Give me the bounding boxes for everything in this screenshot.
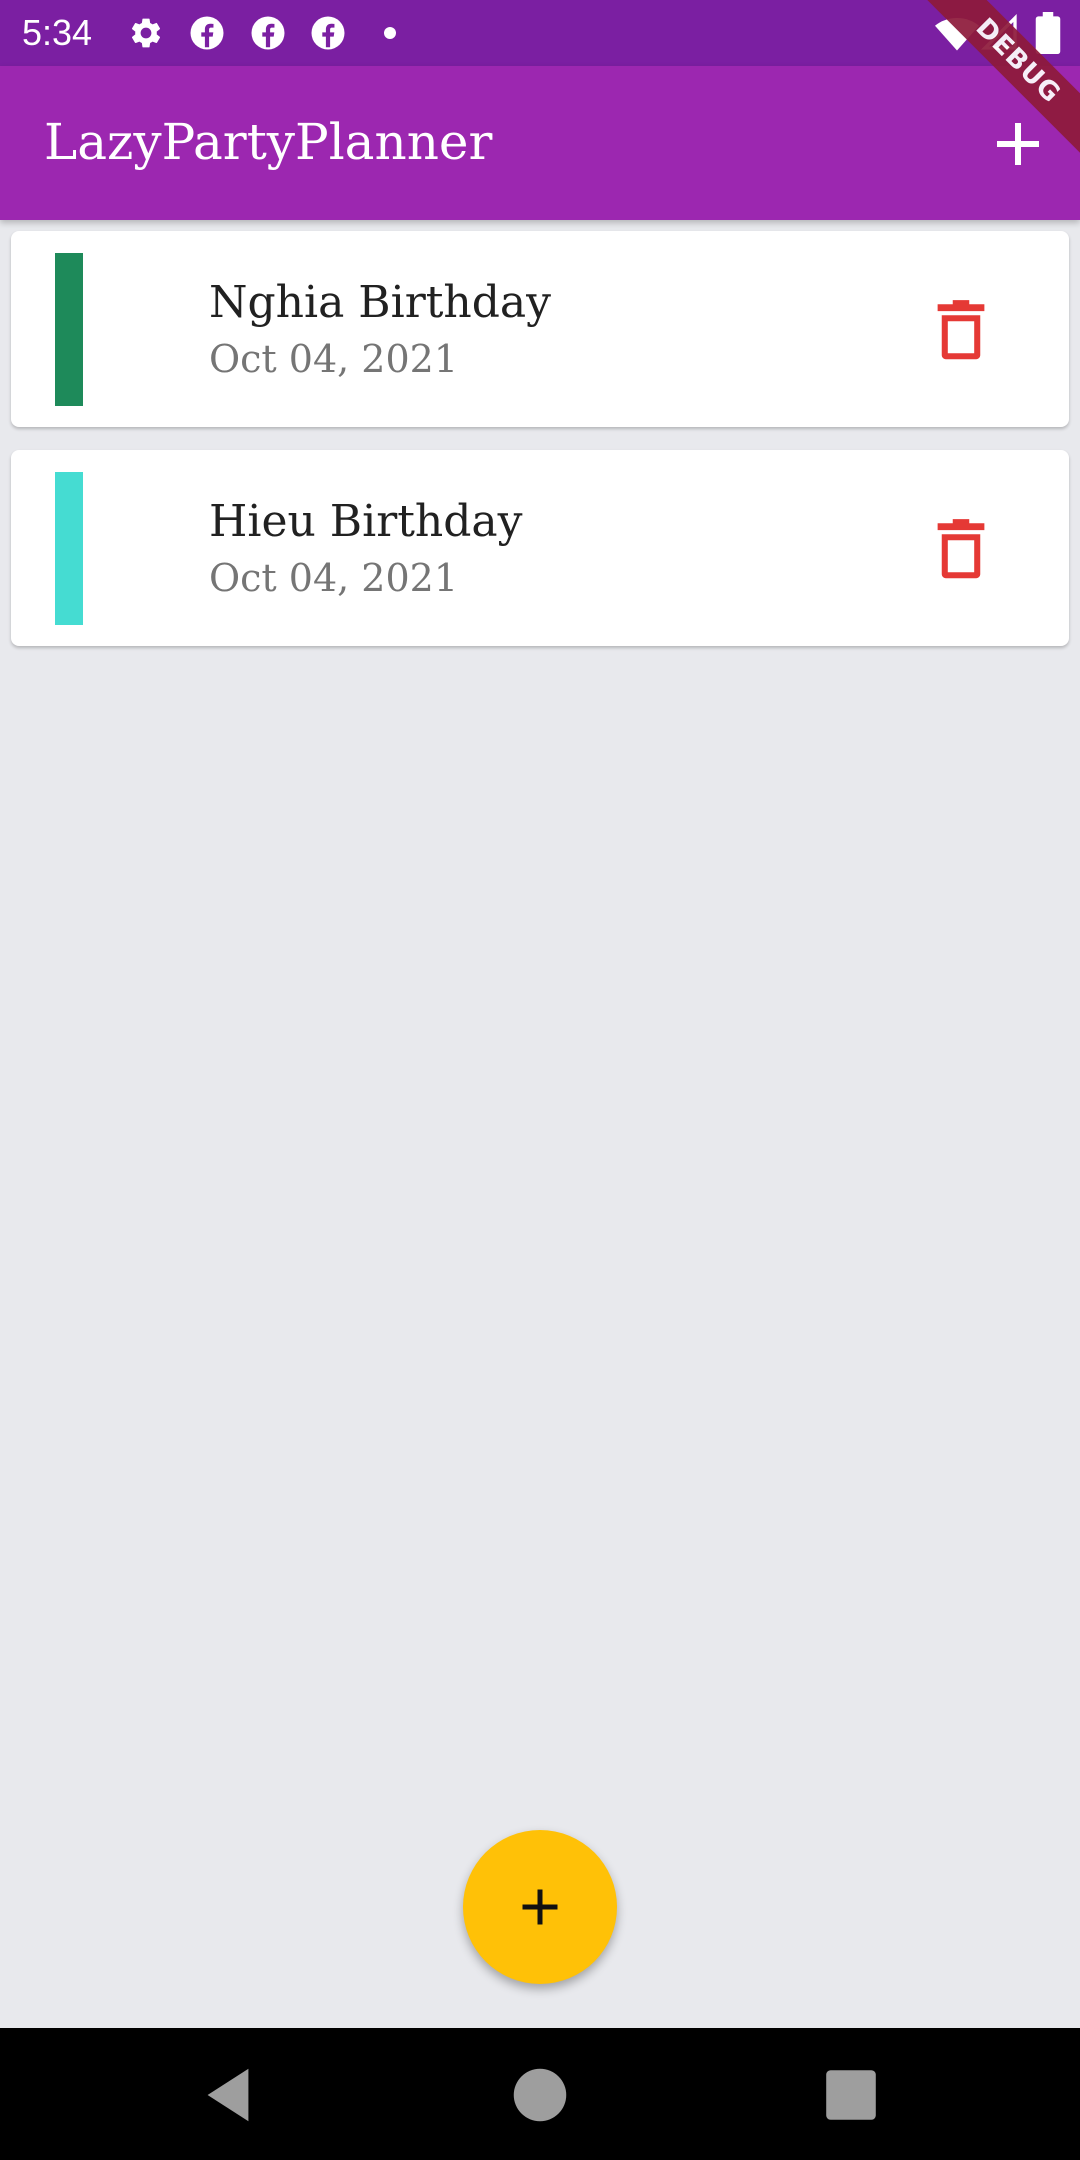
event-color-bar xyxy=(55,253,83,406)
event-list: Nghia Birthday Oct 04, 2021 Hieu Birthda… xyxy=(11,231,1069,669)
delete-event-button[interactable] xyxy=(928,515,994,581)
recents-icon xyxy=(826,2070,876,2120)
plus-icon xyxy=(997,123,1039,165)
dot-icon xyxy=(372,15,408,51)
fab-add-button[interactable] xyxy=(463,1830,617,1984)
system-navigation-bar xyxy=(0,2028,1080,2160)
back-button[interactable] xyxy=(193,2060,263,2130)
event-title: Hieu Birthday xyxy=(209,496,523,547)
add-event-button[interactable] xyxy=(982,108,1054,180)
home-icon xyxy=(513,2068,567,2122)
app-title: LazyPartyPlanner xyxy=(44,113,493,171)
trash-icon xyxy=(937,300,985,360)
event-date: Oct 04, 2021 xyxy=(209,556,459,600)
facebook-icon xyxy=(250,15,286,51)
battery-icon xyxy=(1030,12,1066,54)
app-bar: LazyPartyPlanner xyxy=(0,66,1080,220)
status-bar: 5:34 xyxy=(0,0,1080,66)
trash-icon xyxy=(937,519,985,579)
facebook-icon xyxy=(189,15,225,51)
delete-event-button[interactable] xyxy=(928,296,994,362)
event-card[interactable]: Hieu Birthday Oct 04, 2021 xyxy=(11,450,1069,646)
event-color-bar xyxy=(55,472,83,625)
event-card[interactable]: Nghia Birthday Oct 04, 2021 xyxy=(11,231,1069,427)
home-button[interactable] xyxy=(505,2060,575,2130)
plus-icon xyxy=(522,1889,558,1925)
event-title: Nghia Birthday xyxy=(209,277,552,328)
recents-button[interactable] xyxy=(816,2060,886,2130)
back-icon xyxy=(207,2068,249,2122)
facebook-icon xyxy=(310,15,346,51)
event-date: Oct 04, 2021 xyxy=(209,337,459,381)
gear-icon xyxy=(128,15,164,51)
status-time: 5:34 xyxy=(22,12,93,53)
